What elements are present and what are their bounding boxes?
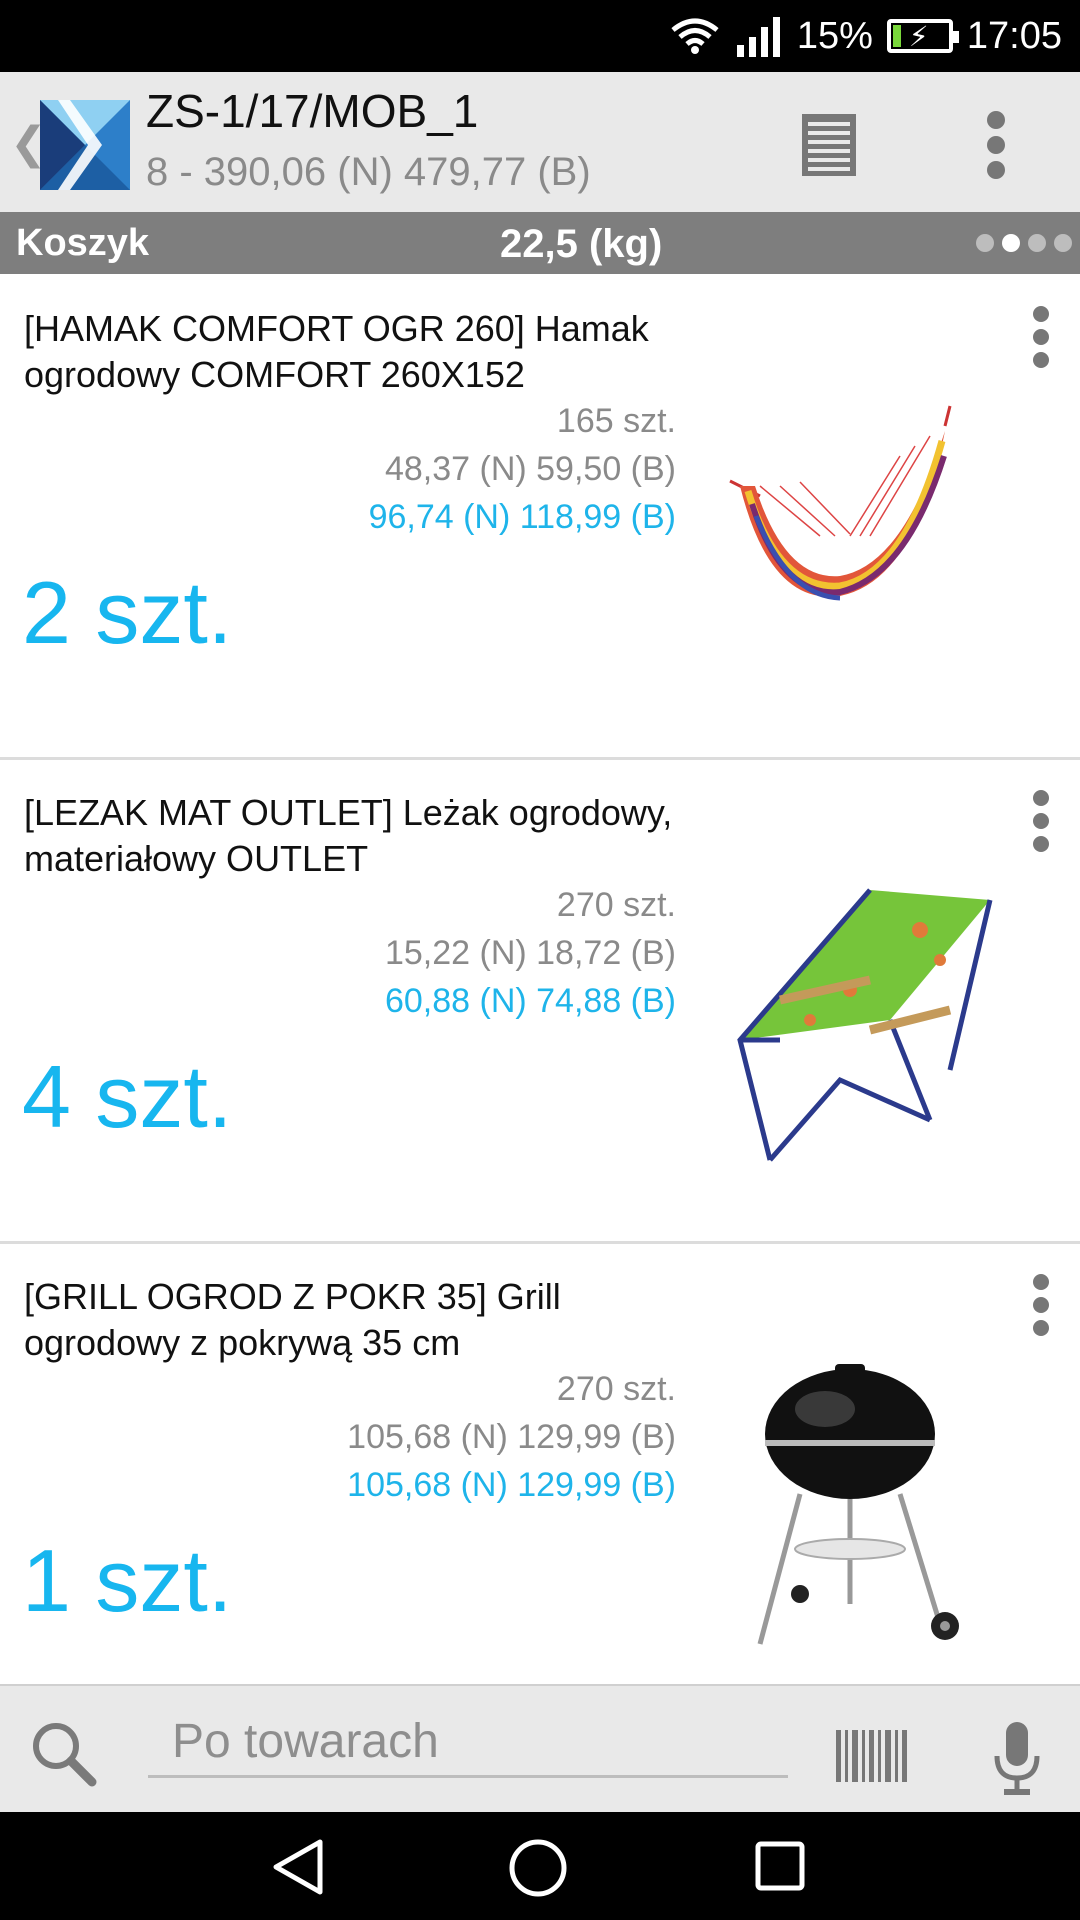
hammock-image: [729, 405, 952, 601]
item-overflow-menu-icon[interactable]: [1030, 306, 1052, 368]
page-dot: [976, 234, 994, 252]
item-stock: 270 szt.: [556, 1370, 676, 1408]
nav-back-icon[interactable]: [270, 1838, 326, 1896]
basket-label: Koszyk: [16, 222, 150, 264]
item-name: [HAMAK COMFORT OGR 260] Hamak ogrodowy C…: [24, 308, 649, 395]
grill-image: [757, 1364, 959, 1645]
nav-home-icon[interactable]: [508, 1838, 568, 1898]
item-total-price: 105,68 (N) 129,99 (B): [347, 1466, 676, 1504]
basket-item[interactable]: [HAMAK COMFORT OGR 260] Hamak ogrodowy C…: [0, 276, 1080, 760]
item-overflow-menu-icon[interactable]: [1030, 1274, 1052, 1336]
overflow-menu-icon[interactable]: [985, 110, 1007, 180]
basket-item-list: [HAMAK COMFORT OGR 260] Hamak ogrodowy C…: [0, 276, 1080, 1728]
document-summary: 8 - 390,06 (N) 479,77 (B): [146, 150, 591, 194]
item-total-price: 60,88 (N) 74,88 (B): [384, 982, 676, 1020]
app-bar: ❮ ZS-1/17/MOB_1 8 - 390,06 (N) 479,77 (B…: [0, 72, 1080, 212]
page-indicator: [976, 234, 1072, 252]
search-input[interactable]: [148, 1708, 788, 1778]
app-logo[interactable]: [40, 100, 130, 190]
item-total-price: 96,74 (N) 118,99 (B): [368, 498, 676, 536]
status-time: 17:05: [966, 14, 1062, 57]
signal-icon: [736, 17, 780, 57]
page-dot: [1028, 234, 1046, 252]
barcode-icon[interactable]: [836, 1730, 908, 1782]
basket-item[interactable]: [GRILL OGROD Z POKR 35] Grill ogrodowy z…: [0, 1244, 1080, 1728]
wifi-icon: [671, 18, 719, 54]
search-bar: [0, 1684, 1080, 1812]
nav-recent-icon[interactable]: [754, 1840, 806, 1892]
basket-item[interactable]: [LEZAK MAT OUTLET] Leżak ogrodowy, mater…: [0, 760, 1080, 1244]
item-stock: 270 szt.: [556, 886, 676, 924]
item-overflow-menu-icon[interactable]: [1030, 790, 1052, 852]
basket-weight: 22,5 (kg): [500, 222, 663, 266]
navigation-bar: [0, 1812, 1080, 1920]
item-quantity[interactable]: 1 szt.: [22, 1530, 232, 1632]
microphone-icon[interactable]: [992, 1722, 1042, 1796]
document-title: ZS-1/17/MOB_1: [146, 85, 479, 137]
battery-charging-icon: ⚡: [886, 19, 959, 53]
item-unit-price: 48,37 (N) 59,50 (B): [384, 450, 676, 488]
search-icon[interactable]: [28, 1718, 100, 1790]
page-dot: [1054, 234, 1072, 252]
item-quantity[interactable]: 2 szt.: [22, 562, 232, 664]
item-unit-price: 15,22 (N) 18,72 (B): [384, 934, 676, 972]
item-name: [GRILL OGROD Z POKR 35] Grill ogrodowy z…: [24, 1276, 561, 1363]
status-icons: 15% ⚡ 17:05: [669, 0, 1062, 72]
list-icon[interactable]: [800, 112, 858, 178]
item-name: [LEZAK MAT OUTLET] Leżak ogrodowy, mater…: [24, 792, 673, 879]
deck-chair-image: [737, 888, 993, 1162]
battery-percent: 15%: [796, 14, 873, 57]
status-bar: 15% ⚡ 17:05: [0, 0, 1080, 72]
item-unit-price: 105,68 (N) 129,99 (B): [347, 1418, 676, 1456]
page-dot-active: [1002, 234, 1020, 252]
item-stock: 165 szt.: [556, 402, 676, 440]
item-quantity[interactable]: 4 szt.: [22, 1046, 232, 1148]
basket-bar: Koszyk 22,5 (kg): [0, 212, 1080, 274]
